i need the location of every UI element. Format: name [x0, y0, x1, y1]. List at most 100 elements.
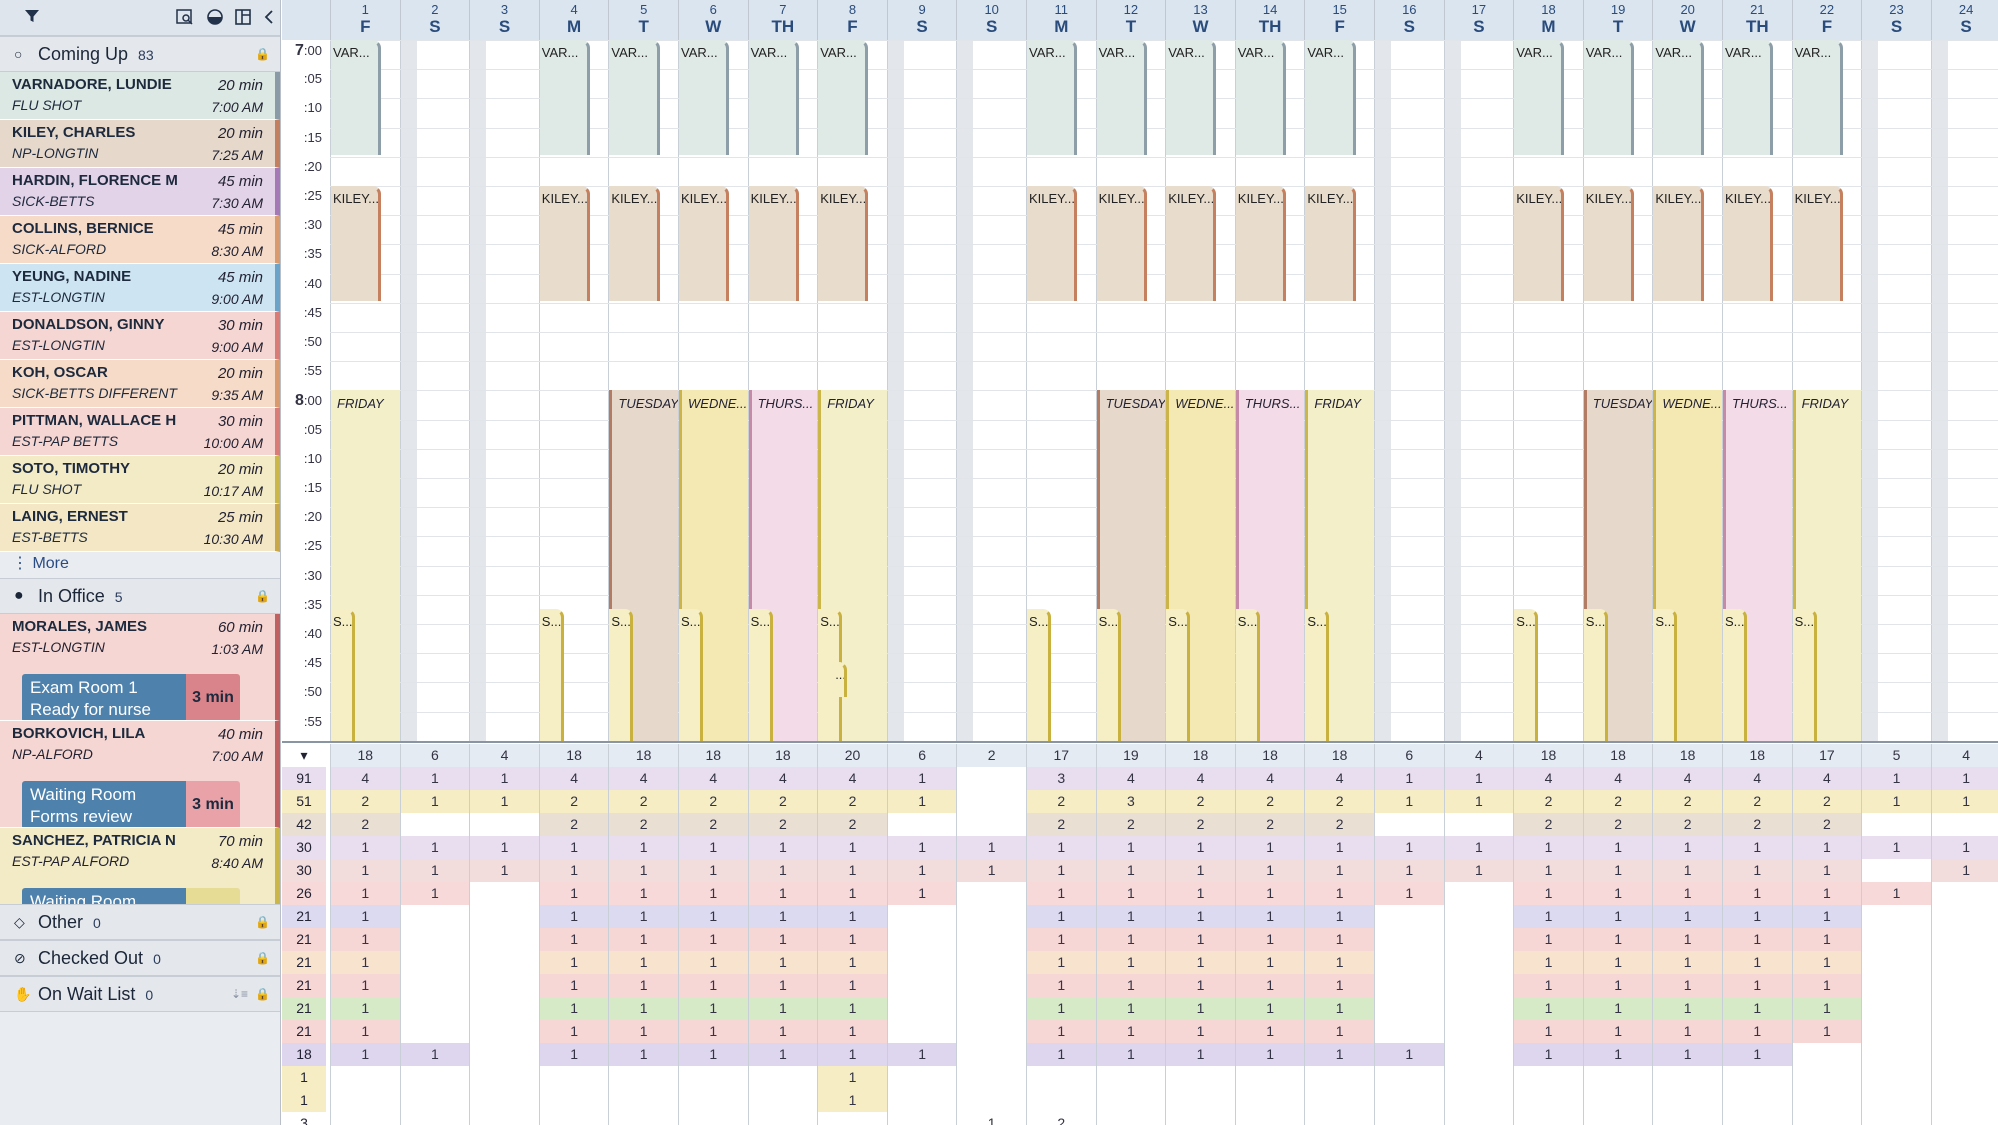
appointment-block[interactable]: S... [1583, 609, 1608, 741]
appointment-block[interactable]: S... [1305, 609, 1330, 741]
appointment-block[interactable]: KILEY... [1235, 186, 1286, 301]
appointment-block[interactable]: VAR... [1305, 40, 1356, 155]
collapse-left-icon[interactable] [260, 8, 278, 26]
appointment-block[interactable]: S... [539, 609, 564, 741]
lock-icon[interactable]: 🔒 [255, 905, 270, 939]
day-header[interactable]: 16 S [1374, 0, 1444, 40]
day-header[interactable]: 10 S [956, 0, 1026, 40]
appointment-block[interactable]: S... [1723, 609, 1747, 741]
appointment-block[interactable]: VAR... [679, 40, 730, 155]
coming-up-header[interactable]: ○ Coming Up 83 🔒 [0, 36, 280, 72]
appointment-block[interactable]: KILEY... [1096, 186, 1147, 301]
appointment-block[interactable]: VAR... [1096, 40, 1147, 155]
appointment-block[interactable]: KILEY... [1723, 186, 1774, 301]
patient-card[interactable]: KOH, OSCAR SICK-BETTS DIFFERENT 20 min 9:35… [0, 360, 280, 408]
appointment-block[interactable]: KILEY... [1583, 186, 1634, 301]
day-header[interactable]: 20 W [1652, 0, 1722, 40]
appointment-block[interactable]: VAR... [1583, 40, 1634, 155]
appointment-block[interactable]: VAR... [818, 40, 869, 155]
columns-icon[interactable] [234, 8, 252, 26]
day-header[interactable]: 6W [678, 0, 748, 40]
appointment-block[interactable]: VAR... [539, 40, 590, 155]
day-header[interactable]: 1F [330, 0, 400, 40]
appointment-block[interactable]: S... [609, 609, 634, 741]
day-header[interactable]: 9S [886, 0, 957, 40]
appointment-block[interactable]: S... [748, 609, 773, 741]
wait-list-header[interactable]: ✋ On Wait List 0 ⇣≡ 🔒 [0, 976, 280, 1012]
patient-card[interactable]: VARNADORE, LUNDIE FLU SHOT 20 min 7:00 AM [0, 72, 280, 120]
day-header[interactable]: 18 M [1513, 0, 1583, 40]
room-status[interactable]: Waiting Room Forms review 3 min [22, 781, 240, 827]
lock-icon[interactable]: 🔒 [255, 37, 270, 71]
appointment-block[interactable]: KILEY... [679, 186, 730, 301]
day-header[interactable]: 15 F [1304, 0, 1374, 40]
appointment-block[interactable]: KILEY... [1514, 186, 1565, 301]
appointment-block[interactable]: S... [1027, 609, 1051, 741]
lock-icon[interactable]: 🔒 [255, 579, 270, 613]
appointment-block[interactable]: S... [1096, 609, 1121, 741]
patient-card[interactable]: YEUNG, NADINE EST-LONGTIN 45 min 9:00 AM [0, 264, 280, 312]
appointment-block[interactable]: KILEY... [609, 186, 660, 301]
appointment-block[interactable]: KILEY... [1653, 186, 1704, 301]
half-circle-icon[interactable] [206, 8, 224, 26]
day-header[interactable]: 3S [469, 0, 539, 40]
appointment-block[interactable]: S... [679, 609, 703, 741]
appointment-block[interactable]: VAR... [748, 40, 799, 155]
day-header[interactable]: 7 TH [747, 0, 818, 40]
view-search-icon[interactable] [176, 8, 194, 26]
appointment-block[interactable]: S... [1235, 609, 1260, 741]
appointment-block[interactable]: VAR... [609, 40, 660, 155]
in-office-card[interactable]: BORKOVICH, LILA NP-ALFORD 40 min 7:00 AM Wai… [0, 721, 280, 828]
filter-icon[interactable] [23, 8, 41, 26]
day-header[interactable]: 11 M [1026, 0, 1096, 40]
patient-card[interactable]: SOTO, TIMOTHY FLU SHOT 20 min 10:17 AM [0, 456, 280, 504]
patient-card[interactable]: LAING, ERNEST EST-BETTS 25 min 10:30 AM [0, 504, 280, 552]
appointment-block[interactable]: VAR... [1027, 40, 1078, 155]
appointment-block[interactable]: KILEY... [1027, 186, 1078, 301]
other-header[interactable]: ◇ Other 0 🔒 [0, 904, 280, 940]
appointment-block[interactable]: S... [1514, 609, 1539, 741]
day-header[interactable]: 4M [538, 0, 609, 40]
appointment-block[interactable]: VAR... [1514, 40, 1565, 155]
appointment-block[interactable]: S... [1792, 609, 1817, 741]
day-header[interactable]: 2S [399, 0, 470, 40]
more-link[interactable]: ⋮ More [0, 552, 280, 578]
day-header[interactable]: 12 T [1095, 0, 1166, 40]
patient-card[interactable]: HARDIN, FLORENCE M SICK-BETTS 45 min 7:30 A… [0, 168, 280, 216]
appointment-block[interactable]: VAR... [1792, 40, 1843, 155]
sort-icon[interactable]: ⇣≡ [231, 977, 248, 1011]
checked-out-header[interactable]: ⊘ Checked Out 0 🔒 [0, 940, 280, 976]
appointment-block[interactable]: KILEY... [818, 186, 869, 301]
day-header[interactable]: 14 TH [1234, 0, 1305, 40]
day-header[interactable]: 24 S [1930, 0, 1998, 40]
in-office-header[interactable]: ● In Office 5 🔒 [0, 578, 280, 614]
appointment-block[interactable]: KILEY... [748, 186, 799, 301]
in-office-card[interactable]: SANCHEZ, PATRICIA N EST-PAP ALFORD 70 min 8… [0, 828, 280, 904]
patient-card[interactable]: COLLINS, BERNICE SICK-ALFORD 45 min 8:30 AM [0, 216, 280, 264]
day-header[interactable]: 21 TH [1722, 0, 1792, 40]
lock-icon[interactable]: 🔒 [255, 941, 270, 975]
appointment-block[interactable]: KILEY... [331, 186, 382, 301]
appointment-block[interactable]: VAR... [1653, 40, 1704, 155]
patient-card[interactable]: DONALDSON, GINNY EST-LONGTIN 30 min 9:00 AM [0, 312, 280, 360]
day-header[interactable]: 19 T [1582, 0, 1653, 40]
lock-icon[interactable]: 🔒 [255, 977, 270, 1011]
appointment-block[interactable]: VAR... [331, 40, 382, 155]
appointment-block[interactable]: S... [331, 609, 355, 741]
appointment-block[interactable]: S... [1653, 609, 1678, 741]
day-header[interactable]: 17 S [1443, 0, 1514, 40]
day-header[interactable]: 13 W [1165, 0, 1235, 40]
day-header[interactable]: 5T [608, 0, 678, 40]
appointment-block[interactable]: KILEY... [539, 186, 590, 301]
in-office-card[interactable]: MORALES, JAMES EST-LONGTIN 60 min 1:03 AM Ex… [0, 614, 280, 721]
collapse-toggle[interactable]: ▾ [282, 744, 326, 767]
appointment-block[interactable]: KILEY... [1305, 186, 1356, 301]
patient-card[interactable]: PITTMAN, WALLACE H EST-PAP BETTS 30 min 10:… [0, 408, 280, 456]
appointment-block[interactable]: KILEY... [1792, 186, 1843, 301]
appointment-block[interactable]: VAR... [1723, 40, 1774, 155]
day-header[interactable]: 8F [817, 0, 887, 40]
day-header[interactable]: 23 S [1861, 0, 1931, 40]
appointment-block[interactable]: S... [1166, 609, 1191, 741]
patient-card[interactable]: KILEY, CHARLES NP-LONGTIN 20 min 7:25 AM [0, 120, 280, 168]
day-header[interactable]: 22 F [1791, 0, 1862, 40]
